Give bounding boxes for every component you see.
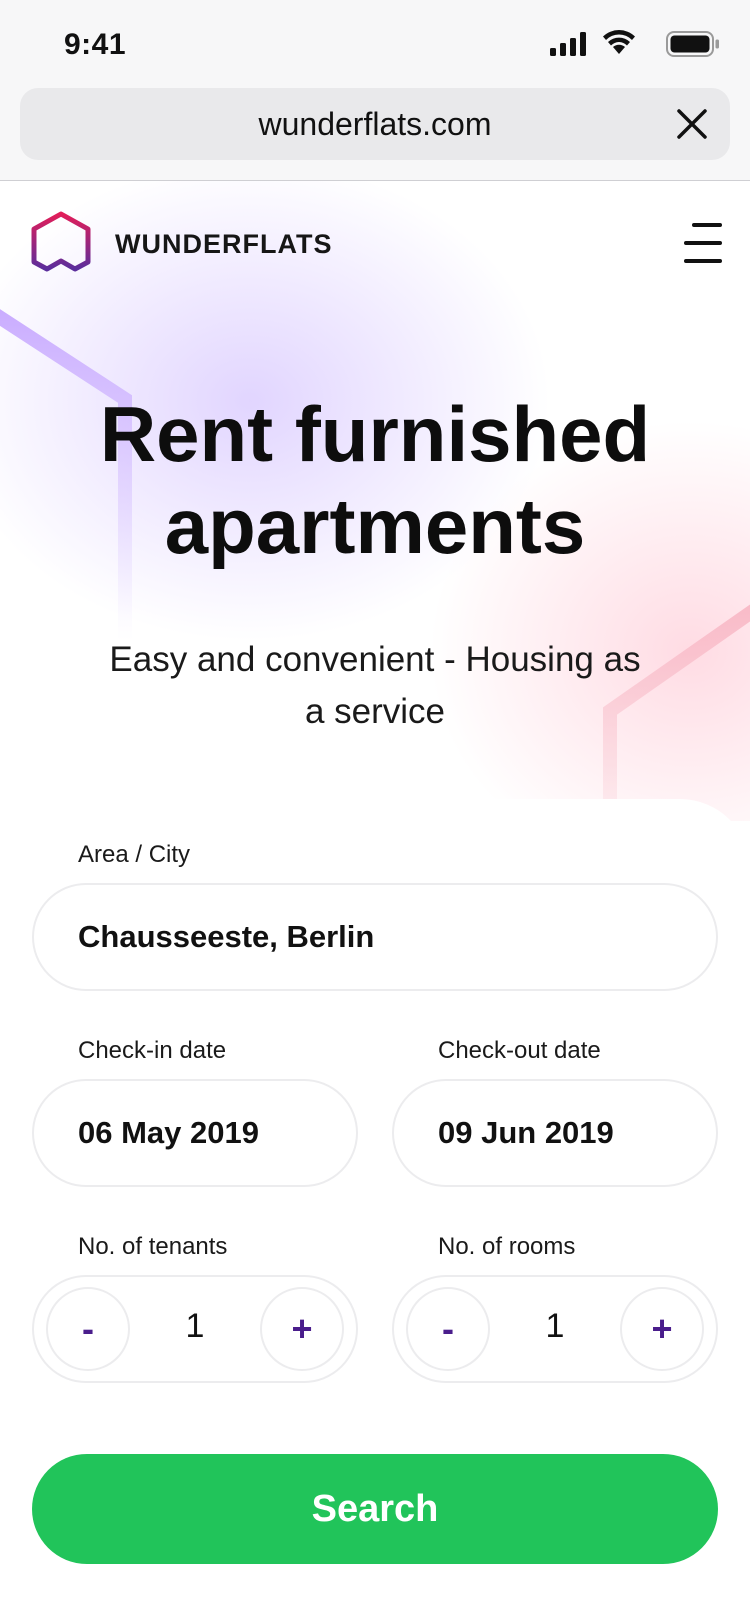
area-label: Area / City — [78, 841, 191, 868]
hamburger-menu-icon[interactable] — [684, 223, 722, 263]
area-input[interactable]: Chausseeste, Berlin — [32, 883, 718, 991]
address-bar[interactable]: wunderflats.com — [20, 88, 730, 160]
web-page: WUNDERFLATS Rent furnished apartments Ea… — [0, 181, 750, 1624]
wunderflats-logo-icon[interactable] — [30, 211, 92, 277]
tenants-label: No. of tenants — [78, 1233, 228, 1260]
checkout-date-field[interactable]: 09 Jun 2019 — [392, 1079, 718, 1187]
checkin-label: Check-in date — [78, 1037, 227, 1064]
status-time: 9:41 — [64, 28, 127, 61]
rooms-stepper: - 1 + — [392, 1275, 718, 1383]
hero-subtitle: Easy and convenient - Housing as a servi… — [60, 634, 690, 738]
hero-title: Rent furnished apartments — [0, 388, 750, 572]
wifi-icon — [603, 30, 635, 54]
checkin-value: 06 May 2019 — [78, 1115, 259, 1150]
brand-name[interactable]: WUNDERFLATS — [115, 229, 332, 260]
area-value: Chausseeste, Berlin — [78, 919, 375, 954]
search-button[interactable]: Search — [32, 1454, 718, 1564]
battery-icon — [666, 31, 719, 57]
hero-subtitle-line-2: a service — [304, 692, 446, 731]
status-bar: 9:41 — [0, 0, 750, 88]
url-text: wunderflats.com — [258, 106, 492, 142]
rooms-label: No. of rooms — [438, 1233, 576, 1260]
tenants-increment-button[interactable]: + — [260, 1287, 344, 1371]
checkout-label: Check-out date — [438, 1037, 601, 1064]
signal-icon — [550, 32, 586, 56]
hero-subtitle-line-1: Easy and convenient - Housing as — [109, 640, 641, 679]
checkout-value: 09 Jun 2019 — [438, 1115, 614, 1150]
tenants-stepper: - 1 + — [32, 1275, 358, 1383]
hero-title-line-1: Rent furnished — [99, 390, 651, 478]
hero-title-line-2: apartments — [164, 482, 586, 570]
rooms-increment-button[interactable]: + — [620, 1287, 704, 1371]
checkin-date-field[interactable]: 06 May 2019 — [32, 1079, 358, 1187]
close-icon[interactable] — [676, 108, 708, 140]
